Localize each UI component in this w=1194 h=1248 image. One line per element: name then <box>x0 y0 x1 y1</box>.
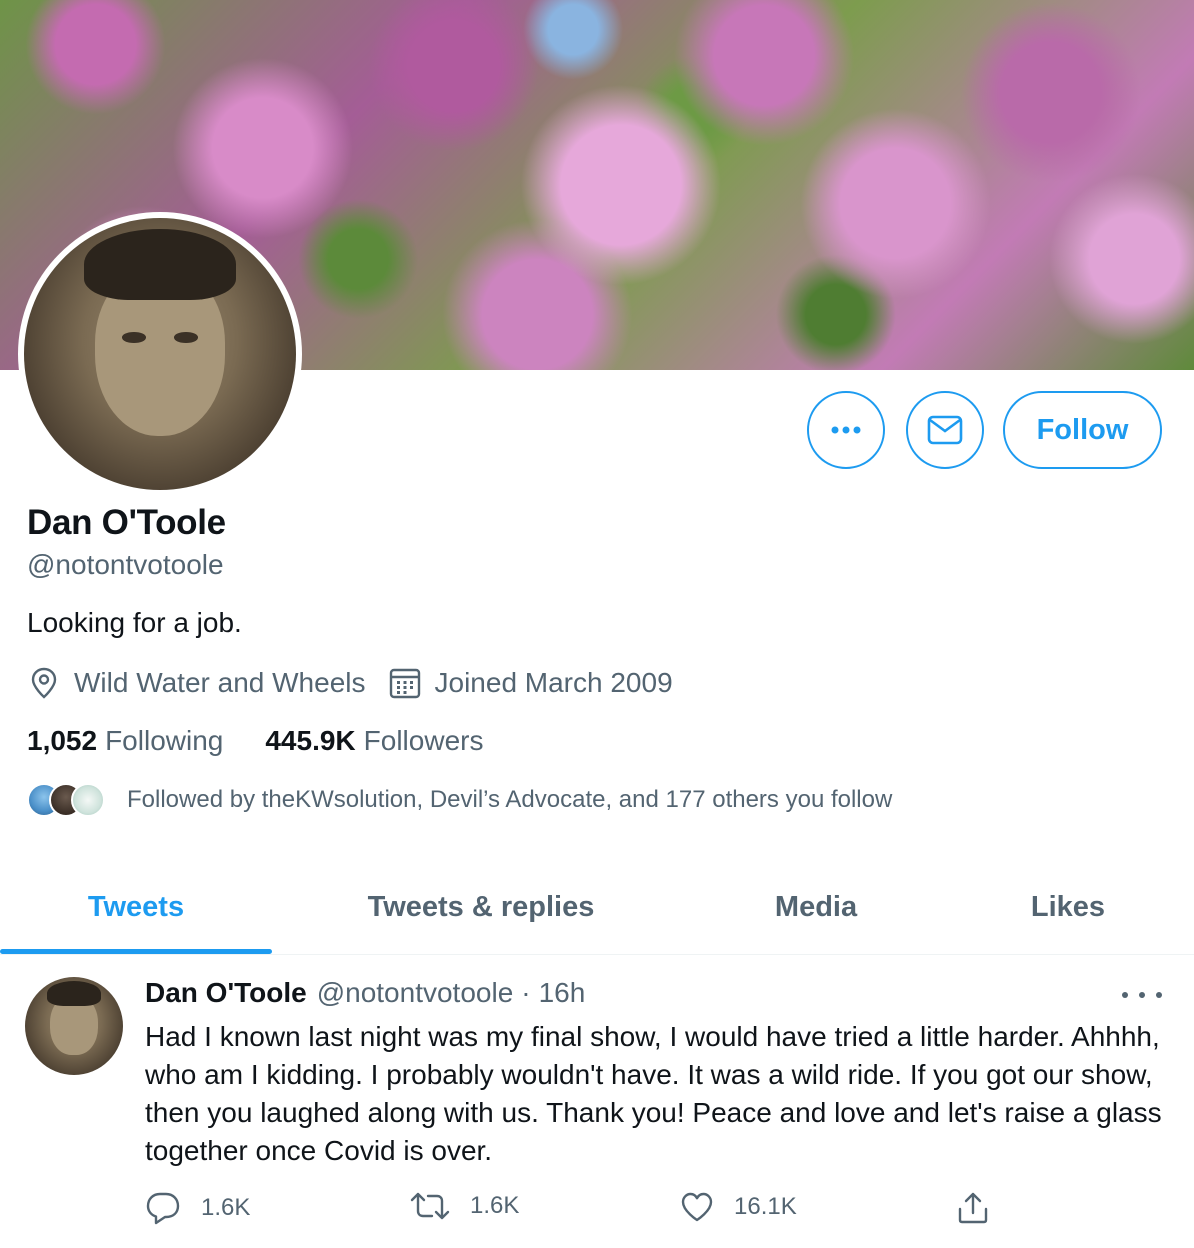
tweet-avatar[interactable] <box>25 977 123 1075</box>
location-pin-icon <box>27 666 61 700</box>
tweet-author-handle[interactable]: @notontvotoole <box>317 977 514 1009</box>
follower-avatar <box>71 783 105 817</box>
profile-joined: Joined March 2009 <box>434 667 673 698</box>
envelope-icon <box>927 415 963 445</box>
profile-avatar[interactable] <box>18 212 302 496</box>
tweet[interactable]: Dan O'Toole @notontvotoole · 16h Had I k… <box>0 955 1194 1248</box>
calendar-icon <box>388 666 422 700</box>
profile-counts: 1,052 Following 445.9K Followers <box>27 725 525 757</box>
tweet-time[interactable]: 16h <box>539 977 586 1009</box>
retweet-icon <box>410 1192 450 1220</box>
heart-icon <box>681 1192 713 1222</box>
retweet-button[interactable]: 1.6K <box>410 1191 519 1221</box>
follow-button[interactable]: Follow <box>1003 391 1162 469</box>
profile-bio: Looking for a job. <box>27 607 242 638</box>
following-count: 1,052 <box>27 725 98 756</box>
reply-icon <box>146 1192 180 1225</box>
tweet-text: Had I known last night was my final show… <box>145 1021 1162 1166</box>
more-dot-icon <box>1122 992 1128 998</box>
like-count: 16.1K <box>734 1193 797 1220</box>
active-tab-indicator <box>0 949 272 954</box>
profile-location: Wild Water and Wheels <box>74 667 366 698</box>
more-dot-icon <box>1139 992 1145 998</box>
share-button[interactable] <box>957 1191 1009 1225</box>
tweet-more-button[interactable] <box>1122 983 1162 1007</box>
profile-name: Dan O'Toole <box>27 503 226 542</box>
more-options-button[interactable] <box>807 391 885 469</box>
followers-link[interactable]: 445.9K Followers <box>265 725 483 757</box>
more-dot-icon <box>1156 992 1162 998</box>
reply-count: 1.6K <box>201 1194 251 1221</box>
tweet-author-name[interactable]: Dan O'Toole <box>145 977 307 1009</box>
more-icon <box>831 426 861 434</box>
reply-button[interactable]: 1.6K <box>145 1191 250 1225</box>
following-label: Following <box>105 725 224 756</box>
followed-by-link[interactable]: Followed by theKWsolution, Devil’s Advoc… <box>27 783 892 817</box>
following-link[interactable]: 1,052 Following <box>27 725 223 757</box>
followers-label: Followers <box>363 725 484 756</box>
profile-photo <box>24 218 296 490</box>
profile-tabs: Tweets Tweets & replies Media Likes <box>0 860 1194 955</box>
tweet-actions: 1.6K 1.6K 16.1K <box>145 1191 995 1227</box>
message-button[interactable] <box>906 391 984 469</box>
tweet-separator: · <box>521 977 531 1008</box>
profile-handle: @notontvotoole <box>27 549 224 580</box>
profile-meta: Wild Water and Wheels Joined March 2009 <box>27 666 673 700</box>
followed-by-text: Followed by theKWsolution, Devil’s Advoc… <box>127 786 893 813</box>
retweet-count: 1.6K <box>470 1192 520 1219</box>
tab-likes[interactable]: Likes <box>942 860 1194 955</box>
tweet-header: Dan O'Toole @notontvotoole · 16h <box>145 977 585 1009</box>
tab-tweets[interactable]: Tweets <box>0 860 272 955</box>
tab-tweets-and-replies[interactable]: Tweets & replies <box>272 860 690 955</box>
followers-count: 445.9K <box>265 725 356 756</box>
tab-media[interactable]: Media <box>690 860 942 955</box>
like-button[interactable]: 16.1K <box>680 1191 797 1223</box>
share-icon <box>958 1192 988 1224</box>
